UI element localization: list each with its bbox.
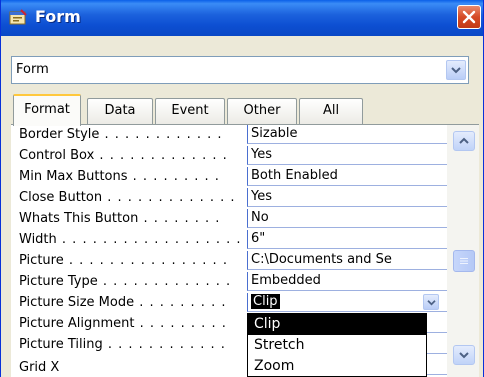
object-selector[interactable]: Form [11,56,469,84]
property-row[interactable]: Close Button . . . . . . . . . . . . . Y… [11,188,447,207]
property-value[interactable]: Yes [247,146,447,165]
property-label: Min Max Buttons . . . . . . . . . [19,169,220,184]
size-mode-dropdown-list: Clip Stretch Zoom [247,313,427,377]
property-value[interactable]: Embedded [247,272,447,291]
vertical-scrollbar[interactable] [447,125,479,377]
tab-event[interactable]: Event [155,98,225,124]
property-row[interactable]: Width . . . . . . . . . . . . . . . . . … [11,230,447,249]
close-button[interactable] [457,5,481,29]
grip-icon [460,258,468,264]
property-row[interactable]: Border Style . . . . . . . . . . . . Siz… [11,125,447,144]
object-selector-value: Form [16,62,49,77]
property-label: Whats This Button . . . . . . . . [19,211,221,226]
property-label: Width . . . . . . . . . . . . . . . . . … [19,232,242,247]
scroll-down-button[interactable] [453,345,475,365]
property-value[interactable]: C:\Documents and Se [247,251,447,270]
property-label: Close Button . . . . . . . . . . . . . [19,190,236,205]
property-label: Control Box . . . . . . . . . . . . . [19,148,228,163]
property-label: Grid X [19,360,60,375]
property-row[interactable]: Picture Type . . . . . . . . . . . . . E… [11,272,447,291]
window-title: Form [35,7,81,26]
form-icon [9,9,27,25]
property-value[interactable]: No [247,209,447,228]
tab-all[interactable]: All [299,98,363,124]
property-row[interactable]: Control Box . . . . . . . . . . . . . Ye… [11,146,447,165]
properties-window: Form Form Format Data Event Other All Bo… [0,0,484,377]
property-row-selected[interactable]: Picture Size Mode . . . . . . . . . Clip [11,293,447,312]
title-bar[interactable]: Form [1,0,483,36]
close-icon [462,10,476,24]
tab-format[interactable]: Format [13,94,81,126]
property-label: Border Style . . . . . . . . . . . . [19,127,223,142]
scroll-up-button[interactable] [453,131,475,151]
property-label: Picture . . . . . . . . . . . . . . . . [19,253,228,268]
tab-other[interactable]: Other [227,98,297,124]
chevron-down-icon [451,67,461,74]
chevron-up-icon [459,137,469,144]
property-dropdown-button[interactable] [423,294,439,310]
chevron-down-icon [426,299,436,305]
property-label: Picture Type . . . . . . . . . . . . . [19,274,232,289]
property-label: Picture Tiling . . . . . . . . . . . . [19,337,226,352]
property-value[interactable]: 6" [247,230,447,249]
property-label: Picture Alignment . . . . . . . . . [19,316,227,331]
scroll-thumb[interactable] [453,250,475,272]
property-value[interactable]: Yes [247,188,447,207]
property-row[interactable]: Min Max Buttons . . . . . . . . . Both E… [11,167,447,186]
dropdown-option-zoom[interactable]: Zoom [248,356,426,377]
property-value[interactable]: Both Enabled [247,167,447,186]
property-row[interactable]: Picture . . . . . . . . . . . . . . . . … [11,251,447,270]
property-value: Clip [251,294,280,309]
dropdown-option-stretch[interactable]: Stretch [248,335,426,356]
tab-data[interactable]: Data [87,98,153,124]
chevron-down-icon [459,352,469,359]
property-label: Picture Size Mode . . . . . . . . . [19,295,227,310]
property-row[interactable]: Whats This Button . . . . . . . . No [11,209,447,228]
property-value-combo[interactable]: Clip [247,293,447,312]
object-selector-dropdown-button[interactable] [446,60,466,80]
dropdown-option-clip[interactable]: Clip [248,314,426,335]
property-value[interactable]: Sizable [247,125,447,144]
